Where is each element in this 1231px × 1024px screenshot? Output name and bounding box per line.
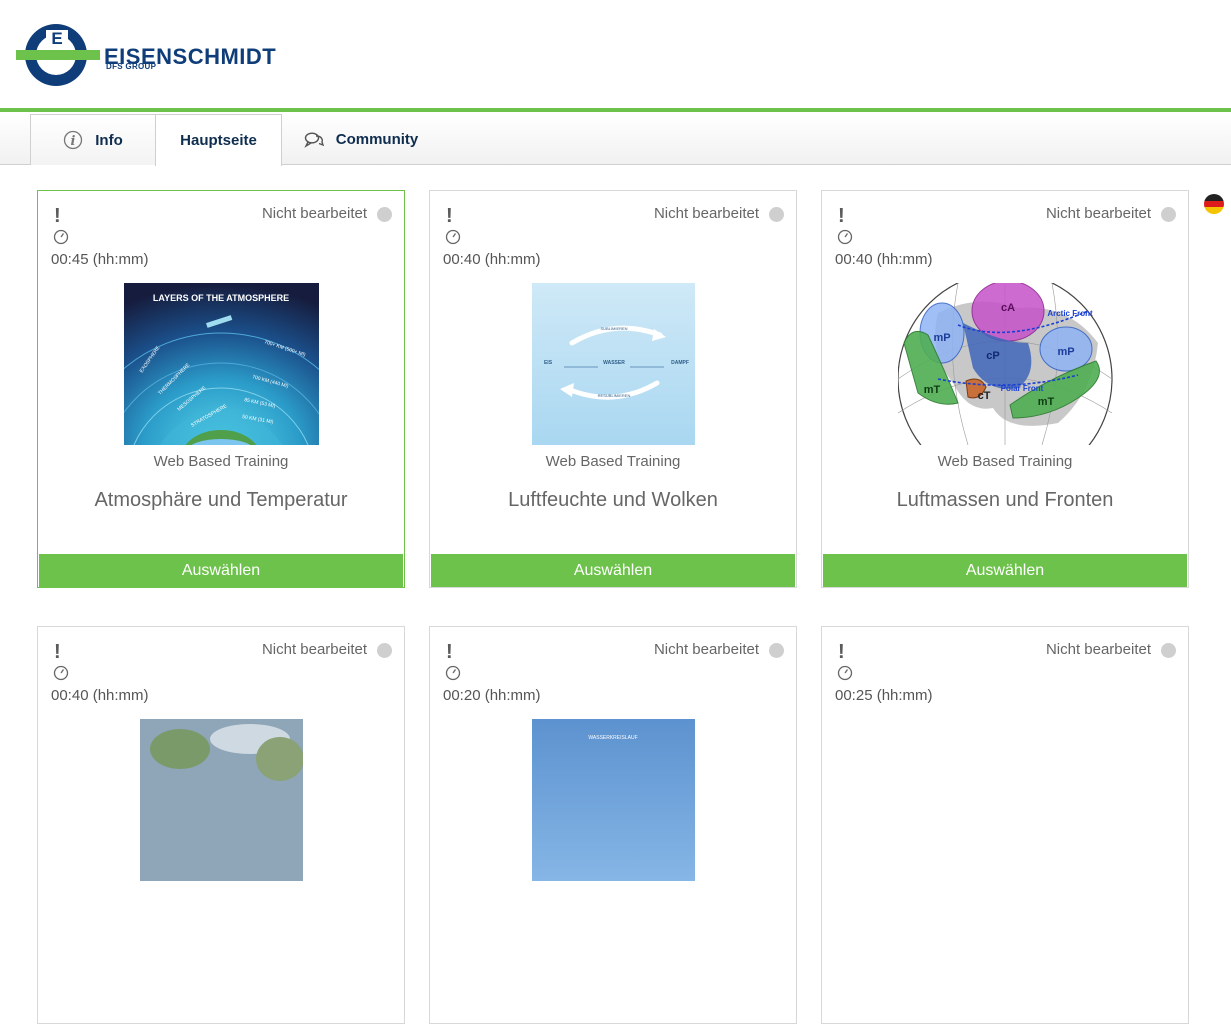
- status-dot-icon: [1161, 643, 1176, 658]
- tab-hauptseite[interactable]: Hauptseite: [155, 114, 282, 166]
- stopwatch-icon: [53, 229, 69, 250]
- course-card[interactable]: ! 00:40 (hh:mm) Nicht bearbeitet cA mP c…: [821, 190, 1189, 588]
- logo-subtext: DFS GROUP: [106, 62, 157, 71]
- course-card[interactable]: ! 00:45 (hh:mm) Nicht bearbeitet LAYERS …: [37, 190, 405, 588]
- course-title: Luftfeuchte und Wolken: [508, 489, 718, 511]
- status-dot-icon: [769, 643, 784, 658]
- warning-icon: !: [54, 641, 61, 663]
- course-thumbnail: LAYERS OF THE ATMOSPHERE EXOSPHERE THERM…: [124, 283, 319, 445]
- course-title: Atmosphäre und Temperatur: [94, 489, 348, 511]
- cycle-label: RESUBLIMIEREN: [598, 393, 631, 398]
- status-text: Nicht bearbeitet: [1045, 641, 1151, 658]
- airmass-label: cA: [1001, 302, 1015, 314]
- course-type: Web Based Training: [545, 453, 681, 470]
- select-button[interactable]: Auswählen: [39, 554, 403, 587]
- status-text: Nicht bearbeitet: [653, 205, 759, 222]
- chat-icon: [304, 131, 324, 149]
- svg-text:E: E: [51, 29, 62, 48]
- stopwatch-icon: [837, 665, 853, 686]
- status-dot-icon: [377, 643, 392, 658]
- stopwatch-icon: [837, 229, 853, 250]
- warning-icon: !: [838, 205, 845, 227]
- course-type: Web Based Training: [153, 453, 289, 470]
- course-thumbnail: WASSERKREISLAUF: [532, 719, 695, 881]
- svg-text:i: i: [71, 134, 76, 149]
- status-text: Nicht bearbeitet: [1045, 205, 1151, 222]
- course-duration: 00:20 (hh:mm): [443, 687, 541, 704]
- cycle-label: SUBLIMIEREN: [600, 326, 627, 331]
- course-thumbnail: [140, 719, 303, 881]
- header: E EISENSCHMIDT DFS GROUP: [0, 0, 1231, 112]
- course-card[interactable]: ! 00:40 (hh:mm) Nicht bearbeitet SUBLIMI…: [429, 190, 797, 588]
- status-text: Nicht bearbeitet: [261, 205, 367, 222]
- airmass-label: mT: [1038, 396, 1055, 408]
- tab-community[interactable]: Community: [281, 114, 441, 165]
- course-duration: 00:40 (hh:mm): [443, 251, 541, 268]
- stopwatch-icon: [53, 665, 69, 686]
- status-text: Nicht bearbeitet: [653, 641, 759, 658]
- select-button[interactable]: Auswählen: [431, 554, 795, 587]
- status-dot-icon: [1161, 207, 1176, 222]
- course-thumbnail: SUBLIMIEREN EIS WASSER DAMPF RESUBLIMIER…: [532, 283, 695, 445]
- stopwatch-icon: [445, 229, 461, 250]
- airmass-label: cP: [986, 350, 999, 362]
- stopwatch-icon: [445, 665, 461, 686]
- select-button[interactable]: Auswählen: [823, 554, 1187, 587]
- course-duration: 00:40 (hh:mm): [835, 251, 933, 268]
- front-label: Arctic Front: [1047, 309, 1093, 318]
- airmass-label: mP: [933, 332, 950, 344]
- course-card[interactable]: ! 00:20 (hh:mm) Nicht bearbeitet WASSERK…: [429, 626, 797, 1024]
- course-card[interactable]: ! 00:40 (hh:mm) Nicht bearbeitet: [37, 626, 405, 1024]
- warning-icon: !: [838, 641, 845, 663]
- status-dot-icon: [769, 207, 784, 222]
- airmass-label: mT: [924, 384, 941, 396]
- de-flag-icon[interactable]: [1204, 194, 1224, 214]
- tab-info[interactable]: i Info: [30, 114, 156, 165]
- warning-icon: !: [54, 205, 61, 227]
- course-duration: 00:40 (hh:mm): [51, 687, 149, 704]
- front-label: Polar Front: [1001, 384, 1044, 393]
- tab-bar: i Info Hauptseite Community: [0, 114, 1231, 166]
- atm-title: LAYERS OF THE ATMOSPHERE: [153, 293, 289, 303]
- logo[interactable]: E EISENSCHMIDT DFS GROUP: [16, 22, 336, 88]
- course-duration: 00:25 (hh:mm): [835, 687, 933, 704]
- cycle-label: WASSER: [603, 360, 625, 366]
- course-duration: 00:45 (hh:mm): [51, 251, 149, 268]
- course-type: Web Based Training: [937, 453, 1073, 470]
- tab-info-label: Info: [95, 131, 123, 149]
- status-dot-icon: [377, 207, 392, 222]
- warning-icon: !: [446, 205, 453, 227]
- tab-community-label: Community: [335, 131, 419, 148]
- cycle-label: EIS: [544, 360, 553, 366]
- tab-hauptseite-label: Hauptseite: [180, 132, 257, 149]
- airmass-label: mP: [1057, 346, 1074, 358]
- status-text: Nicht bearbeitet: [261, 641, 367, 658]
- logo-emblem-icon: E: [16, 24, 100, 86]
- warning-icon: !: [446, 641, 453, 663]
- thumb-caption: WASSERKREISLAUF: [588, 735, 637, 741]
- airmass-label: cT: [978, 390, 991, 402]
- course-card[interactable]: ! 00:25 (hh:mm) Nicht bearbeitet: [821, 626, 1189, 1024]
- course-title: Luftmassen und Fronten: [896, 489, 1114, 511]
- info-icon: i: [63, 130, 83, 150]
- course-thumbnail: cA mP cP mP mT cT mT Arctic Front Polar …: [898, 283, 1113, 445]
- cycle-label: DAMPF: [671, 360, 689, 366]
